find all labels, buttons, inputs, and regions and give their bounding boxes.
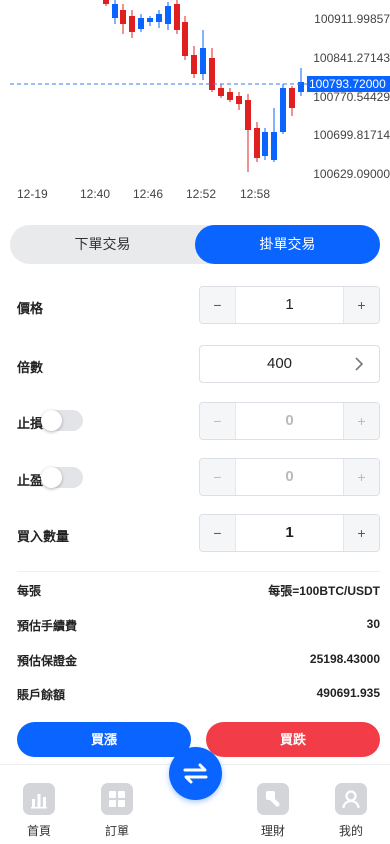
price-increase-button[interactable]: + (343, 287, 379, 323)
quantity-input[interactable]: 1 (236, 515, 343, 551)
user-icon (335, 783, 367, 815)
take-profit-increase-button[interactable]: + (343, 459, 379, 495)
price-input[interactable]: 1 (236, 287, 343, 323)
tab-limit-order[interactable]: 掛單交易 (195, 225, 380, 264)
candle-body (191, 55, 197, 74)
price-stepper: − 1 + (199, 286, 380, 324)
candle-body (174, 4, 180, 30)
candle-body (120, 10, 126, 24)
price-label: 100699.81714 (313, 128, 390, 142)
chevron-right-icon (355, 357, 364, 371)
candle-body (262, 132, 268, 156)
price-label: 100770.54429 (313, 90, 390, 104)
swap-button[interactable] (169, 747, 222, 800)
price-label: 100911.99857 (314, 12, 390, 26)
candle-body (112, 4, 118, 18)
toggle-knob (41, 410, 62, 431)
stop-loss-label: 止損 (17, 416, 44, 431)
per-lot-label: 每張 (17, 584, 42, 598)
time-label: 12-19 (17, 187, 48, 201)
take-profit-label: 止盈 (17, 473, 44, 488)
leverage-select[interactable]: 400 (199, 345, 380, 383)
stop-loss-input[interactable]: 0 (236, 403, 343, 439)
take-profit-stepper: − 0 + (199, 458, 380, 496)
candle-body (289, 88, 295, 108)
quantity-increase-button[interactable]: + (343, 515, 379, 551)
balance-value: 490691.935 (316, 686, 380, 700)
order-type-tabs: 下單交易 掛單交易 (10, 225, 380, 264)
time-label: 12:58 (240, 187, 271, 201)
candle-body (236, 96, 242, 104)
candlestick-chart[interactable]: 100911.99857 100841.27143 100770.54429 1… (0, 0, 390, 210)
candle-body (156, 14, 162, 22)
candle-body (254, 128, 260, 158)
stop-loss-increase-button[interactable]: + (343, 403, 379, 439)
margin-label: 預估保證金 (17, 654, 78, 668)
candle-body (227, 92, 233, 100)
per-lot-value: 每張=100BTC/USDT (268, 584, 380, 598)
stop-loss-toggle[interactable] (41, 410, 83, 431)
candle-body (147, 18, 153, 22)
nav-label: 我的 (338, 824, 363, 838)
time-label: 12:52 (186, 187, 217, 201)
price-label: 100841.27143 (313, 51, 390, 65)
tab-market-order[interactable]: 下單交易 (10, 225, 195, 264)
time-label: 12:40 (80, 187, 111, 201)
quantity-stepper: − 1 + (199, 514, 380, 552)
candle-body (138, 18, 144, 29)
candle-body (218, 88, 224, 96)
nav-item-profile[interactable]: 我的 (326, 783, 376, 839)
candle-body (103, 0, 109, 4)
take-profit-toggle[interactable] (41, 467, 83, 488)
take-profit-input[interactable]: 0 (236, 459, 343, 495)
buy-long-button[interactable]: 買漲 (17, 722, 191, 757)
wallet-icon (257, 783, 289, 815)
candle-body (200, 48, 206, 74)
take-profit-decrease-button[interactable]: − (200, 459, 236, 495)
nav-label: 理財 (260, 824, 285, 838)
leverage-value: 400 (266, 355, 293, 372)
stop-loss-decrease-button[interactable]: − (200, 403, 236, 439)
stop-loss-stepper: − 0 + (199, 402, 380, 440)
candle-body (271, 132, 277, 160)
toggle-knob (41, 467, 62, 488)
current-price-badge: 100793.72000 (307, 76, 390, 92)
fee-label: 預估手續費 (17, 619, 78, 633)
nav-label: 首頁 (26, 824, 51, 838)
divider (17, 571, 380, 572)
nav-label: 訂單 (104, 824, 129, 838)
price-decrease-button[interactable]: − (200, 287, 236, 323)
buy-short-button[interactable]: 買跌 (206, 722, 380, 757)
price-label: 100629.09000 (313, 167, 390, 181)
candle-body (129, 16, 135, 32)
grid-icon (101, 783, 133, 815)
candle-body (209, 58, 215, 90)
candle-body (182, 22, 188, 56)
fee-value: 30 (366, 617, 380, 631)
nav-item-home[interactable]: 首頁 (14, 783, 64, 839)
chart-icon (23, 783, 55, 815)
nav-item-wealth[interactable]: 理財 (248, 783, 298, 839)
balance-label: 賬戶餘額 (17, 688, 66, 702)
trading-screen: 100911.99857 100841.27143 100770.54429 1… (0, 0, 390, 844)
candle-body (280, 88, 286, 132)
nav-item-orders[interactable]: 訂單 (92, 783, 142, 839)
leverage-label: 倍數 (17, 360, 44, 375)
quantity-decrease-button[interactable]: − (200, 515, 236, 551)
candle-body (165, 6, 171, 24)
quantity-label: 買入數量 (17, 529, 70, 544)
candle-body (245, 100, 251, 130)
price-label: 價格 (17, 301, 44, 316)
margin-value: 25198.43000 (309, 652, 380, 666)
swap-icon (183, 763, 208, 784)
time-label: 12:46 (133, 187, 164, 201)
